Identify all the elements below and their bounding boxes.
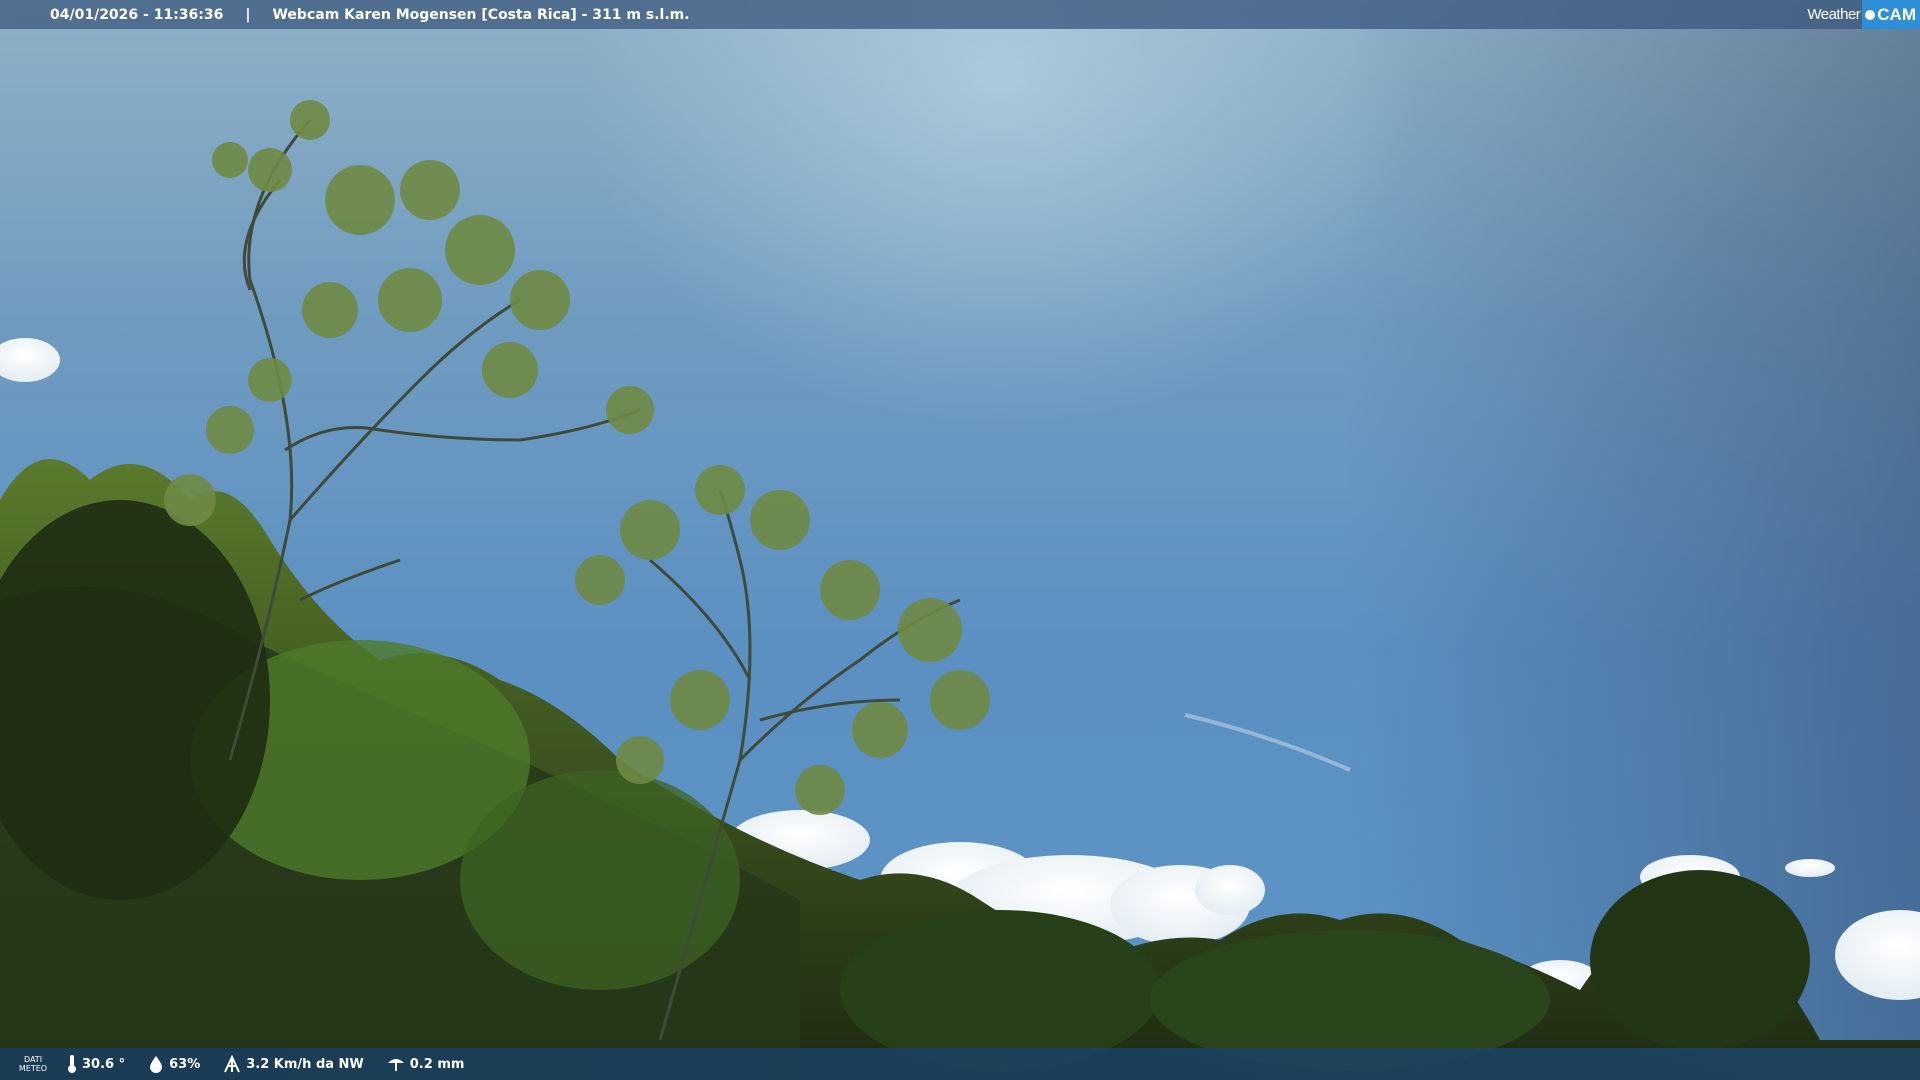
- wind-value: 3.2 Km/h da NW: [246, 1056, 364, 1072]
- dati-meteo-label: DATI METEO: [0, 1055, 66, 1073]
- dati-label-line1: DATI: [23, 1055, 43, 1064]
- temperature-metric: 30.6 °: [66, 1054, 125, 1074]
- rain-value: 0.2 mm: [409, 1056, 465, 1072]
- wind-icon: [224, 1054, 241, 1073]
- header-separator: |: [245, 6, 251, 23]
- humidity-metric: 63%: [147, 1055, 200, 1073]
- camera-title: Webcam Karen Mogensen [Costa Rica] - 311…: [272, 6, 690, 23]
- temperature-value: 30.6 °: [82, 1056, 126, 1072]
- landscape-scene: [0, 100, 1920, 1080]
- dati-label-line2: METEO: [18, 1064, 48, 1073]
- humidity-value: 63%: [169, 1056, 201, 1072]
- cirrus-wisp: [1184, 713, 1351, 772]
- rain-metric: 0.2 mm: [386, 1055, 465, 1073]
- weathercam-logo[interactable]: Weather CAM: [1807, 0, 1920, 29]
- header-bar: 04/01/2026 - 11:36:36 | Webcam Karen Mog…: [0, 0, 1920, 29]
- logo-weather-text: Weather: [1807, 6, 1861, 23]
- rain-gauge-icon: [387, 1059, 404, 1071]
- wind-metric: 3.2 Km/h da NW: [222, 1054, 364, 1074]
- thermometer-icon: [68, 1055, 76, 1073]
- weather-data-bar: DATI METEO 30.6 ° 63% 3.2 Km/h da NW 0.2…: [0, 1048, 1920, 1080]
- timestamp: 04/01/2026 - 11:36:36: [50, 6, 224, 23]
- logo-cam-badge: CAM: [1862, 0, 1920, 29]
- lens-dot-icon: [1865, 9, 1876, 20]
- forest-canopy: [0, 459, 1920, 1080]
- logo-cam-text: CAM: [1877, 4, 1916, 24]
- drop-icon: [150, 1056, 163, 1073]
- webcam-view: 04/01/2026 - 11:36:36 | Webcam Karen Mog…: [0, 0, 1920, 1080]
